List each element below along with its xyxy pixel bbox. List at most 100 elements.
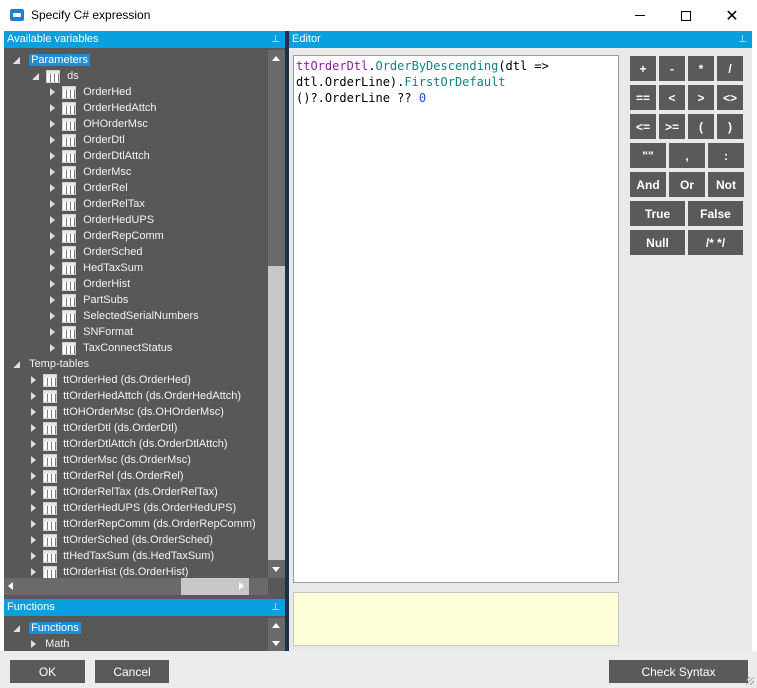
tree-node-ttorderrel[interactable]: ttOrderRel (ds.OrderRel)	[31, 468, 184, 484]
expand-icon[interactable]	[50, 184, 55, 193]
tree-node-hedtaxsum[interactable]: HedTaxSum	[50, 260, 143, 276]
expand-icon[interactable]	[50, 264, 55, 273]
tree-node-orderdtlattch[interactable]: OrderDtlAttch	[50, 148, 150, 164]
tree-node-temp-tables[interactable]: Temp-tables	[13, 356, 89, 372]
op-close-paren-button[interactable]: )	[716, 113, 744, 140]
expand-icon[interactable]	[31, 456, 36, 465]
op-not-equal-button[interactable]: <>	[716, 84, 744, 111]
expand-icon[interactable]	[31, 552, 36, 561]
expand-icon[interactable]	[31, 392, 36, 401]
expand-icon[interactable]	[50, 344, 55, 353]
expand-icon[interactable]	[31, 440, 36, 449]
tree-node-ds[interactable]: ds	[32, 68, 79, 84]
expand-icon[interactable]	[31, 520, 36, 529]
tree-node-selectedserialnumbers[interactable]: SelectedSerialNumbers	[50, 308, 199, 324]
op-colon-button[interactable]: :	[707, 142, 745, 169]
expand-icon[interactable]	[50, 296, 55, 305]
tree-node-ttordersched[interactable]: ttOrderSched (ds.OrderSched)	[31, 532, 213, 548]
expand-icon[interactable]	[50, 312, 55, 321]
tree-node-ttohordermsc[interactable]: ttOHOrderMsc (ds.OHOrderMsc)	[31, 404, 224, 420]
op-less-equal-button[interactable]: <=	[629, 113, 657, 140]
op-null-button[interactable]: Null	[629, 229, 686, 256]
cancel-button[interactable]: Cancel	[95, 660, 169, 683]
tree-node-orderhist[interactable]: OrderHist	[50, 276, 130, 292]
tree-node-taxconnectstatus[interactable]: TaxConnectStatus	[50, 340, 172, 356]
expand-icon[interactable]	[50, 232, 55, 241]
tree-node-ohordermsc[interactable]: OHOrderMsc	[50, 116, 148, 132]
collapse-icon[interactable]	[13, 624, 20, 632]
minimize-button[interactable]	[617, 0, 663, 31]
op-open-paren-button[interactable]: (	[687, 113, 715, 140]
expand-icon[interactable]	[50, 200, 55, 209]
op-greater-button[interactable]: >	[687, 84, 715, 111]
pin-icon[interactable]: ⊥	[738, 31, 747, 48]
scroll-down-icon[interactable]	[272, 567, 280, 572]
op-quotes-button[interactable]: ""	[629, 142, 667, 169]
tree-node-orderrel[interactable]: OrderRel	[50, 180, 128, 196]
op-comma-button[interactable]: ,	[668, 142, 706, 169]
tree-node-ordermsc[interactable]: OrderMsc	[50, 164, 131, 180]
maximize-button[interactable]	[663, 0, 709, 31]
tree-node-ttorderdtl[interactable]: ttOrderDtl (ds.OrderDtl)	[31, 420, 177, 436]
scroll-up-icon[interactable]	[272, 56, 280, 61]
tree-node-orderrepcomm[interactable]: OrderRepComm	[50, 228, 164, 244]
op-and-button[interactable]: And	[629, 171, 667, 198]
expand-icon[interactable]	[31, 504, 36, 513]
expand-icon[interactable]	[50, 248, 55, 257]
expand-icon[interactable]	[31, 488, 36, 497]
expand-icon[interactable]	[50, 104, 55, 113]
scroll-down-icon[interactable]	[272, 641, 280, 646]
tree-node-orderhedattch[interactable]: OrderHedAttch	[50, 100, 157, 116]
close-button[interactable]: ✕	[709, 0, 755, 31]
scroll-right-icon[interactable]	[239, 582, 244, 590]
variables-vertical-scrollbar[interactable]	[268, 50, 285, 578]
expand-icon[interactable]	[50, 152, 55, 161]
tree-node-ttorderdtlattch[interactable]: ttOrderDtlAttch (ds.OrderDtlAttch)	[31, 436, 228, 452]
resize-grip-icon[interactable]	[746, 677, 754, 685]
expand-icon[interactable]	[31, 568, 36, 577]
functions-scrollbar[interactable]	[268, 618, 285, 651]
tree-node-ttorderrepcomm[interactable]: ttOrderRepComm (ds.OrderRepComm)	[31, 516, 256, 532]
scroll-thumb[interactable]	[268, 266, 285, 560]
expand-icon[interactable]	[31, 424, 36, 433]
ok-button[interactable]: OK	[10, 660, 85, 683]
op-divide-button[interactable]: /	[716, 55, 744, 82]
op-equals-button[interactable]: ==	[629, 84, 657, 111]
check-syntax-button[interactable]: Check Syntax	[609, 660, 748, 683]
expand-icon[interactable]	[50, 136, 55, 145]
tree-node-functions[interactable]: Functions	[13, 620, 81, 636]
op-comment-button[interactable]: /* */	[687, 229, 744, 256]
expand-icon[interactable]	[50, 88, 55, 97]
tree-node-parameters[interactable]: Parameters	[13, 52, 90, 68]
op-true-button[interactable]: True	[629, 200, 686, 227]
pin-icon[interactable]: ⊥	[271, 599, 280, 616]
expand-icon[interactable]	[31, 640, 36, 649]
tree-node-ttordermsc[interactable]: ttOrderMsc (ds.OrderMsc)	[31, 452, 191, 468]
expand-icon[interactable]	[50, 168, 55, 177]
expand-icon[interactable]	[31, 472, 36, 481]
expand-icon[interactable]	[31, 536, 36, 545]
op-greater-equal-button[interactable]: >=	[658, 113, 686, 140]
op-not-button[interactable]: Not	[707, 171, 745, 198]
expand-icon[interactable]	[31, 376, 36, 385]
tree-node-orderhed[interactable]: OrderHed	[50, 84, 131, 100]
op-less-button[interactable]: <	[658, 84, 686, 111]
tree-node-ttorderhedattch[interactable]: ttOrderHedAttch (ds.OrderHedAttch)	[31, 388, 241, 404]
tree-node-orderhedups[interactable]: OrderHedUPS	[50, 212, 154, 228]
scroll-up-icon[interactable]	[272, 623, 280, 628]
tree-node-ordersched[interactable]: OrderSched	[50, 244, 142, 260]
tree-node-partsubs[interactable]: PartSubs	[50, 292, 128, 308]
tree-node-tthedtaxsum[interactable]: ttHedTaxSum (ds.HedTaxSum)	[31, 548, 214, 564]
variables-horizontal-scrollbar[interactable]	[4, 578, 268, 595]
collapse-icon[interactable]	[13, 360, 20, 368]
tree-node-snformat[interactable]: SNFormat	[50, 324, 133, 340]
expression-editor[interactable]: ttOrderDtl.OrderByDescending(dtl => dtl.…	[293, 55, 619, 583]
tree-node-ttorderhedups[interactable]: ttOrderHedUPS (ds.OrderHedUPS)	[31, 500, 236, 516]
tree-node-ttorderhed[interactable]: ttOrderHed (ds.OrderHed)	[31, 372, 191, 388]
collapse-icon[interactable]	[32, 72, 39, 80]
tree-node-ttorderhist[interactable]: ttOrderHist (ds.OrderHist)	[31, 564, 188, 578]
tree-node-orderdtl[interactable]: OrderDtl	[50, 132, 125, 148]
expand-icon[interactable]	[31, 408, 36, 417]
scroll-left-icon[interactable]	[8, 582, 13, 590]
op-plus-button[interactable]: +	[629, 55, 657, 82]
